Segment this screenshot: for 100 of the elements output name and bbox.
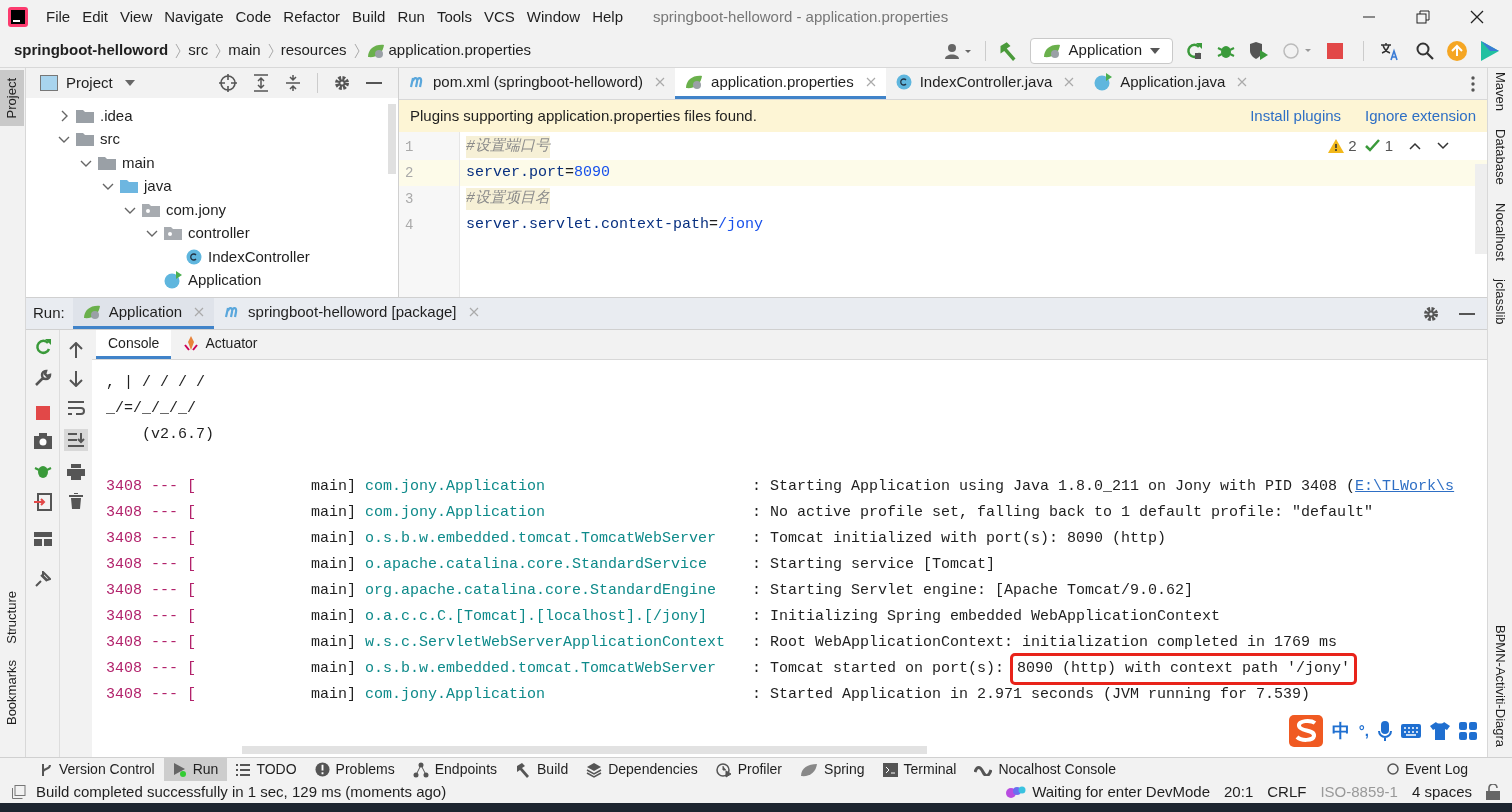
menu-item[interactable]: Window [520,5,587,29]
close-icon[interactable] [1470,10,1484,24]
run-tab[interactable]: Application [72,298,215,329]
tool-window-button[interactable]: Version Control [30,758,164,781]
chevron-up-icon[interactable] [1409,142,1421,151]
ime-logo-icon[interactable] [1288,715,1323,747]
menu-item[interactable]: Code [229,5,278,29]
toolbox-icon[interactable] [1480,39,1500,62]
tool-window-tab[interactable]: Maven [1490,72,1510,112]
exit-icon[interactable] [33,493,52,511]
line-separator[interactable]: CRLF [1267,780,1307,804]
editor-tab[interactable]: Application.java [1084,68,1258,99]
rerun-icon[interactable] [1185,41,1203,60]
user-icon[interactable] [944,42,973,59]
breadcrumb[interactable]: main [228,39,261,62]
tool-window-tab[interactable]: Nocalhost [1490,202,1510,261]
soft-wrap-icon[interactable] [67,400,85,416]
breadcrumb[interactable]: application.properties [388,39,532,62]
tool-window-tab[interactable]: Bookmarks [0,651,24,733]
notification-link[interactable]: Install plugins [1250,104,1342,128]
menu-item[interactable]: View [114,5,159,29]
menu-item[interactable]: Help [586,5,630,29]
tool-window-button[interactable]: Build [506,758,578,781]
print-icon[interactable] [67,464,85,480]
microphone-icon[interactable] [1378,721,1392,741]
scrollbar[interactable] [1475,164,1487,254]
expand-all-icon[interactable] [253,74,269,92]
tree-item[interactable]: controller [188,222,250,245]
tree-item[interactable]: Application [188,269,262,292]
menu-item[interactable]: VCS [477,5,521,29]
translate-icon[interactable] [1380,40,1400,61]
tool-window-button[interactable]: Run [163,758,228,781]
shirt-icon[interactable] [1430,722,1450,740]
more-icon[interactable] [1471,75,1475,92]
menu-item[interactable]: Refactor [277,5,347,29]
check-icon[interactable] [1364,139,1381,154]
chevron-down-icon[interactable] [1437,142,1449,151]
stop-icon[interactable] [1327,42,1343,59]
scrollbar[interactable] [242,746,927,754]
run-tab[interactable]: springboot-helloword [package] [214,298,489,329]
lock-icon[interactable] [1486,784,1500,800]
tree-item[interactable]: com.jony [166,198,227,221]
menu-item[interactable]: Build [346,5,392,29]
tree-item[interactable]: IndexController [208,245,310,268]
tool-window-button[interactable]: Nocalhost Console [965,758,1125,781]
ime-punctuation[interactable]: °, [1358,719,1369,743]
editor-tab[interactable]: application.properties [675,68,886,99]
tool-window-button[interactable]: TODO [227,758,306,781]
tool-window-button[interactable]: Terminal [873,758,966,781]
arrow-up-icon[interactable] [69,342,83,358]
restore-icon[interactable] [1416,10,1430,24]
pin-icon[interactable] [34,571,51,587]
crosshair-icon[interactable] [219,74,237,92]
tool-window-tab[interactable]: Structure [0,583,24,652]
rerun-icon[interactable] [33,338,52,356]
devmode-icon[interactable] [1006,785,1027,799]
coverage-shield-icon[interactable] [1249,41,1269,60]
menu-item[interactable]: Tools [430,5,478,29]
grid-icon[interactable] [1459,722,1477,740]
tool-window-tab[interactable]: jclasslib [1490,278,1510,324]
ime-mode[interactable]: 中 [1331,717,1350,745]
wrench-icon[interactable] [33,369,52,387]
indent-setting[interactable]: 4 spaces [1411,780,1472,804]
tool-window-tab[interactable]: BPMN-Activiti-Diagra [1490,624,1510,747]
camera-icon[interactable] [33,433,52,449]
console-tab[interactable]: Console [96,330,172,359]
project-view-dropdown[interactable]: Project [66,71,135,95]
minimize-icon[interactable] [366,81,382,85]
breadcrumb[interactable]: springboot-helloword [14,39,169,62]
status-panel-icon[interactable] [12,785,26,799]
run-configuration-dropdown[interactable]: Application [1029,37,1173,64]
notification-link[interactable]: Ignore extension [1365,104,1476,128]
caret-position[interactable]: 20:1 [1224,780,1254,804]
menu-item[interactable]: Run [391,5,431,29]
tool-window-tab[interactable]: Database [1490,129,1510,185]
tool-window-button[interactable]: Spring [791,758,874,781]
layout-icon[interactable] [33,532,52,546]
minimize-icon[interactable] [1459,311,1475,316]
settings-icon[interactable] [1423,305,1439,322]
editor-tab[interactable]: IndexController.java [885,68,1085,99]
keyboard-icon[interactable] [1401,724,1421,738]
tree-item[interactable]: src [100,128,120,151]
tool-window-tab[interactable]: Project [0,70,24,127]
scrollbar[interactable] [388,104,396,174]
menu-item[interactable]: File [40,5,77,29]
tree-item[interactable]: main [122,151,155,174]
tree-item[interactable]: java [144,175,172,198]
scroll-to-end-icon[interactable] [64,429,88,451]
file-path-link[interactable]: E:\TLWork\s [1355,475,1455,499]
breadcrumb[interactable]: src [188,39,209,62]
collapse-all-icon[interactable] [285,74,301,92]
app-logo-icon[interactable] [8,7,28,27]
event-log-button[interactable]: Event Log [1378,758,1476,781]
breadcrumb[interactable]: resources [280,39,347,62]
arrow-down-icon[interactable] [69,371,83,387]
settings-icon[interactable] [334,75,350,91]
stop-icon[interactable] [35,406,50,420]
menu-item[interactable]: Navigate [158,5,230,29]
tool-window-button[interactable]: Profiler [706,758,792,781]
console-tab[interactable]: Actuator [171,330,270,359]
